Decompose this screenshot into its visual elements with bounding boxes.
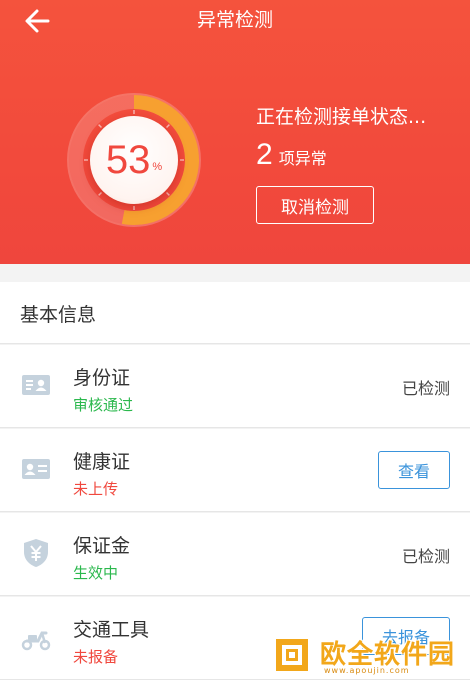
id-card-icon bbox=[22, 375, 50, 395]
status-text: 正在检测接单状态... bbox=[256, 106, 427, 128]
watermark-url: www.apoujin.com bbox=[324, 666, 410, 675]
item-status: 未报备 bbox=[73, 648, 119, 666]
cancel-detection-button[interactable]: 取消检测 bbox=[256, 186, 374, 224]
item-status: 审核通过 bbox=[73, 396, 134, 414]
item-checked-label: 已检测 bbox=[401, 547, 450, 566]
watermark: 欧全软件园 www.apoujin.com bbox=[270, 632, 470, 678]
abnormal-label: 项异常 bbox=[278, 149, 327, 168]
item-name: 身份证 bbox=[73, 367, 131, 389]
detection-header: 异常检测 53% 正在检测接单状态... 2 项异常 取消检测 bbox=[0, 0, 470, 264]
watermark-logo-icon bbox=[272, 635, 312, 675]
list-item-health-card[interactable]: 健康证 未上传 查看 bbox=[0, 429, 470, 512]
item-status: 生效中 bbox=[73, 564, 119, 582]
list-item-deposit[interactable]: 保证金 生效中 已检测 bbox=[0, 513, 470, 596]
page-title: 异常检测 bbox=[196, 9, 273, 31]
item-name: 健康证 bbox=[73, 451, 131, 473]
list-item-id-card[interactable]: 身份证 审核通过 已检测 bbox=[0, 345, 470, 428]
progress-percent: 53% bbox=[90, 116, 178, 204]
view-button[interactable]: 查看 bbox=[378, 451, 450, 489]
abnormal-summary: 2 项异常 bbox=[256, 138, 327, 172]
section-header: 基本信息 bbox=[0, 282, 470, 344]
scooter-icon bbox=[21, 631, 51, 651]
health-card-icon bbox=[22, 459, 50, 479]
section-title: 基本信息 bbox=[20, 304, 97, 326]
item-name: 保证金 bbox=[73, 535, 131, 557]
item-checked-label: 已检测 bbox=[401, 379, 450, 398]
deposit-shield-icon bbox=[24, 539, 48, 567]
percent-value: 53 bbox=[105, 137, 151, 182]
item-name: 交通工具 bbox=[73, 619, 150, 641]
progress-dial: 53% bbox=[64, 90, 204, 230]
abnormal-count: 2 bbox=[256, 138, 273, 171]
percent-unit: % bbox=[152, 161, 163, 173]
item-status: 未上传 bbox=[73, 480, 119, 498]
